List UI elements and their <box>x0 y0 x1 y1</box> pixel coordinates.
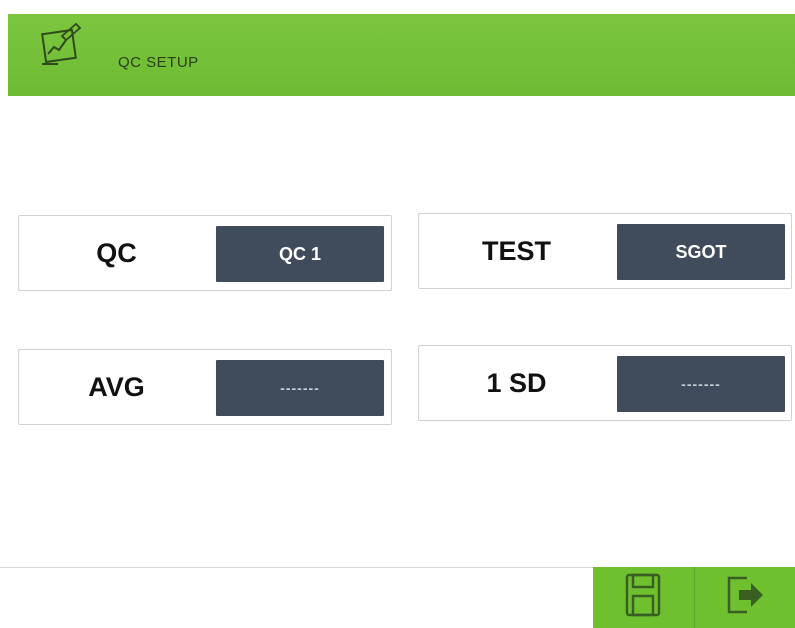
header-bar: QC SETUP <box>8 14 795 96</box>
footer-toolbar <box>593 567 795 628</box>
avg-input[interactable]: ------- <box>216 360 384 416</box>
sd-input[interactable]: ------- <box>617 356 785 412</box>
save-icon <box>624 572 662 623</box>
save-button[interactable] <box>593 567 694 628</box>
page-title: QC SETUP <box>118 54 199 71</box>
qc-label: QC <box>96 237 137 268</box>
sd-field: 1 SD ------- <box>418 345 792 421</box>
qc-select-button[interactable]: QC 1 <box>216 226 384 282</box>
exit-icon <box>723 572 767 623</box>
sd-label: 1 SD <box>486 367 547 398</box>
chart-edit-icon <box>36 20 90 74</box>
avg-field: AVG ------- <box>18 349 392 425</box>
test-label: TEST <box>481 235 551 266</box>
exit-button[interactable] <box>693 567 795 628</box>
avg-label: AVG <box>88 371 145 402</box>
test-select-button[interactable]: SGOT <box>617 224 785 280</box>
qc-setup-screen: QC SETUP QC QC 1 TEST SGOT AVG ------- 1… <box>0 0 795 628</box>
test-field: TEST SGOT <box>418 213 792 289</box>
qc-field: QC QC 1 <box>18 215 392 291</box>
